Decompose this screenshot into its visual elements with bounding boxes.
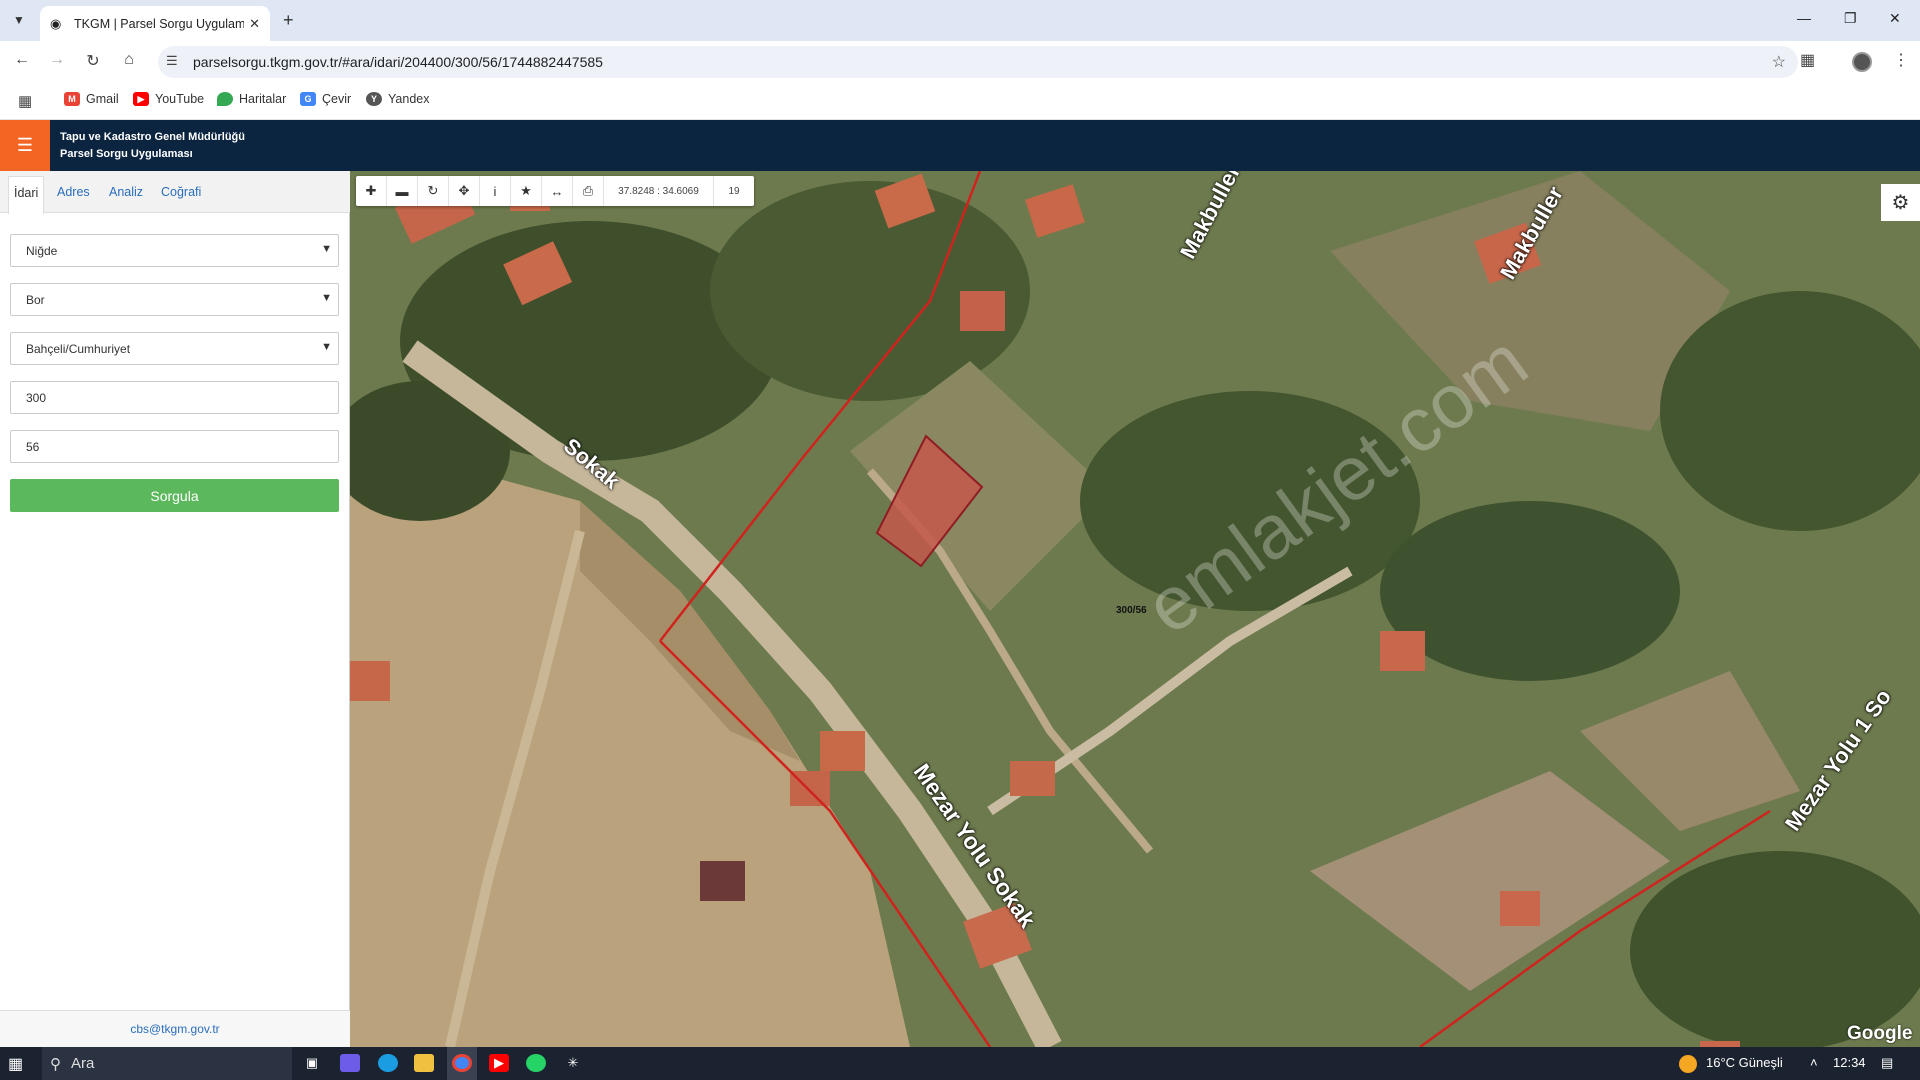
locate-icon[interactable]: ✥ bbox=[449, 176, 480, 206]
browser-tab-active[interactable]: ◉ TKGM | Parsel Sorgu Uygulaması ✕ bbox=[40, 6, 270, 41]
zoom-in-icon[interactable]: ✚ bbox=[356, 176, 387, 206]
edge-icon[interactable] bbox=[378, 1054, 398, 1072]
taskbar-search-placeholder: Ara bbox=[71, 1055, 95, 1072]
apps-grid-icon[interactable]: ▦ bbox=[18, 92, 32, 110]
minimize-icon[interactable]: — bbox=[1797, 10, 1811, 26]
weather-text[interactable]: 16°C Güneşli bbox=[1706, 1055, 1783, 1070]
refresh-icon[interactable]: ↻ bbox=[418, 176, 449, 206]
zoom-level: 19 bbox=[728, 185, 740, 197]
app-title-line1: Tapu ve Kadastro Genel Müdürlüğü bbox=[60, 131, 245, 143]
zoom-out-icon[interactable]: ▬ bbox=[387, 176, 418, 206]
browser-tab-title: TKGM | Parsel Sorgu Uygulaması bbox=[74, 16, 244, 31]
yandex-icon: Y bbox=[366, 92, 382, 106]
query-button[interactable]: Sorgula bbox=[10, 479, 339, 512]
bookmark-gmail[interactable]: M Gmail bbox=[64, 92, 119, 106]
app-header: ☰ Tapu ve Kadastro Genel Müdürlüğü Parse… bbox=[0, 120, 1920, 171]
map-settings-gear-icon[interactable]: ⚙ bbox=[1881, 184, 1920, 221]
neighborhood-select[interactable]: Bahçeli/Cumhuriyet ▼ bbox=[10, 332, 339, 365]
translate-icon: G bbox=[300, 92, 316, 106]
address-bar[interactable]: ☰ parselsorgu.tkgm.gov.tr/#ara/idari/204… bbox=[158, 46, 1798, 78]
tab-analiz[interactable]: Analiz bbox=[109, 185, 143, 199]
bookmarks-bar: ▦ M Gmail ▶ YouTube Haritalar G Çevir Y … bbox=[0, 81, 1920, 120]
restore-icon[interactable]: ❐ bbox=[1844, 10, 1857, 27]
url-text[interactable]: parselsorgu.tkgm.gov.tr/#ara/idari/20440… bbox=[193, 54, 603, 70]
search-icon: ⚲ bbox=[50, 1055, 61, 1073]
extensions-icon[interactable]: ▦ bbox=[1800, 50, 1815, 70]
chevron-down-icon: ▼ bbox=[321, 292, 332, 304]
parcel-number-value: 56 bbox=[26, 439, 40, 454]
hamburger-menu-icon[interactable]: ☰ bbox=[0, 120, 50, 171]
youtube-app-icon[interactable]: ▶ bbox=[489, 1054, 509, 1072]
bookmark-translate[interactable]: G Çevir bbox=[300, 92, 351, 106]
close-tab-icon[interactable]: ✕ bbox=[249, 16, 260, 32]
coordinate-readout: 37.8248 : 34.6069 bbox=[604, 176, 714, 206]
window-close-icon[interactable]: ✕ bbox=[1889, 10, 1901, 27]
query-sidebar: İdari Adres Analiz Coğrafi Niğde ▼ Bor ▼… bbox=[0, 171, 350, 1047]
windows-taskbar: ▦ ⚲ Ara ▣ ▶ ✳ 16°C Güneşli ˄ 12:34 ▤ bbox=[0, 1047, 1920, 1080]
task-view-icon[interactable]: ▣ bbox=[302, 1054, 322, 1072]
block-number-value: 300 bbox=[26, 390, 47, 405]
parcel-number-input[interactable]: 56 bbox=[10, 430, 339, 463]
taskbar-search[interactable]: ⚲ Ara bbox=[42, 1047, 292, 1080]
province-value: Niğde bbox=[26, 243, 58, 258]
browser-menu-icon[interactable]: ⋮ bbox=[1893, 50, 1909, 70]
app-title: Tapu ve Kadastro Genel Müdürlüğü Parsel … bbox=[60, 129, 245, 163]
bookmark-maps[interactable]: Haritalar bbox=[217, 92, 286, 106]
star-icon[interactable]: ★ bbox=[511, 176, 542, 206]
location-pin-icon: ◉ bbox=[50, 15, 62, 31]
back-icon[interactable]: ← bbox=[12, 51, 32, 69]
bookmark-yandex[interactable]: Y Yandex bbox=[366, 92, 429, 106]
profile-avatar[interactable] bbox=[1852, 52, 1872, 72]
browser-tabstrip: ▼ ◉ TKGM | Parsel Sorgu Uygulaması ✕ + —… bbox=[0, 0, 1920, 41]
district-select[interactable]: Bor ▼ bbox=[10, 283, 339, 316]
copilot-icon[interactable] bbox=[340, 1054, 360, 1072]
chevron-down-icon: ▼ bbox=[321, 341, 332, 353]
tray-chevron-up-icon[interactable]: ˄ bbox=[1810, 1055, 1818, 1070]
block-number-input[interactable]: 300 bbox=[10, 381, 339, 414]
home-icon[interactable]: ⌂ bbox=[119, 51, 139, 69]
sidebar-tabs: İdari Adres Analiz Coğrafi bbox=[0, 171, 350, 214]
app-icon[interactable]: ✳ bbox=[563, 1054, 583, 1072]
measure-icon[interactable]: ↔ bbox=[542, 176, 573, 206]
contact-email-link[interactable]: cbs@tkgm.gov.tr bbox=[130, 1022, 219, 1036]
bookmark-youtube[interactable]: ▶ YouTube bbox=[133, 92, 204, 106]
whatsapp-icon[interactable] bbox=[526, 1054, 546, 1072]
parcel-label: 300/56 bbox=[1116, 605, 1147, 616]
youtube-icon: ▶ bbox=[133, 92, 149, 106]
bookmark-star-icon[interactable]: ☆ bbox=[1772, 52, 1786, 72]
neighborhood-value: Bahçeli/Cumhuriyet bbox=[26, 341, 131, 356]
windows-start-icon[interactable]: ▦ bbox=[8, 1054, 23, 1074]
clock[interactable]: 12:34 bbox=[1833, 1055, 1866, 1070]
tab-idari[interactable]: İdari bbox=[8, 176, 45, 214]
print-icon[interactable]: ⎙ bbox=[573, 176, 604, 206]
chrome-icon[interactable] bbox=[452, 1054, 472, 1072]
maps-pin-icon bbox=[217, 92, 233, 106]
notifications-icon[interactable]: ▤ bbox=[1881, 1055, 1893, 1071]
forward-icon[interactable]: → bbox=[47, 51, 67, 69]
google-attribution: Google bbox=[1847, 1023, 1913, 1044]
file-explorer-icon[interactable] bbox=[414, 1054, 434, 1072]
province-select[interactable]: Niğde ▼ bbox=[10, 234, 339, 267]
satellite-map[interactable]: emlakjet.com Makbuller Makbuller Sokak M… bbox=[350, 171, 1920, 1047]
tab-list-chevron-icon[interactable]: ▼ bbox=[6, 8, 32, 32]
gmail-icon: M bbox=[64, 92, 80, 106]
info-icon[interactable]: i bbox=[480, 176, 511, 206]
browser-toolbar: ← → ↻ ⌂ ☰ parselsorgu.tkgm.gov.tr/#ara/i… bbox=[0, 41, 1920, 81]
tab-cografi[interactable]: Coğrafi bbox=[161, 185, 201, 199]
district-value: Bor bbox=[26, 292, 45, 307]
new-tab-icon[interactable]: + bbox=[283, 10, 294, 31]
chevron-down-icon: ▼ bbox=[321, 243, 332, 255]
weather-sun-icon bbox=[1679, 1055, 1697, 1073]
app-title-line2: Parsel Sorgu Uygulaması bbox=[60, 148, 193, 160]
map-toolbar: ✚ ▬ ↻ ✥ i ★ ↔ ⎙ 37.8248 : 34.6069 19 bbox=[356, 176, 754, 206]
reload-icon[interactable]: ↻ bbox=[83, 51, 103, 71]
sidebar-footer: cbs@tkgm.gov.tr bbox=[0, 1010, 350, 1047]
site-info-icon[interactable]: ☰ bbox=[166, 53, 178, 69]
tab-adres[interactable]: Adres bbox=[57, 185, 90, 199]
